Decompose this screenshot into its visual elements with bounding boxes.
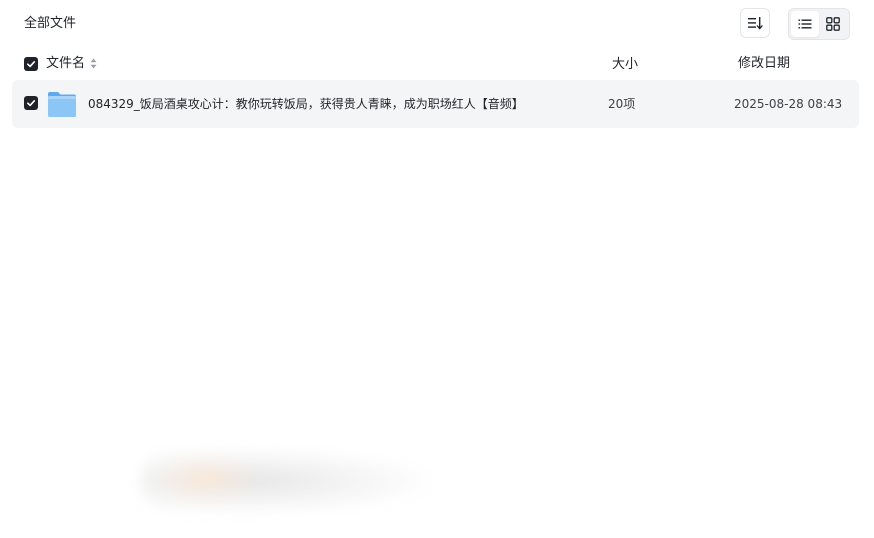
list-view-button[interactable] (791, 11, 819, 37)
view-toggle (788, 8, 850, 40)
breadcrumb-all-files[interactable]: 全部文件 (24, 15, 76, 33)
checkmark-icon (27, 61, 36, 68)
grid-view-icon (826, 17, 840, 31)
file-manager: 全部文件 文件名 大小 修改日期 084329_饭局酒桌攻心计：教你玩转饭局，获… (0, 0, 874, 538)
list-view-icon (798, 19, 812, 29)
sort-toggle-icon[interactable] (90, 58, 97, 69)
table-header: 文件名 大小 修改日期 (12, 48, 859, 80)
sort-button[interactable] (740, 8, 770, 38)
file-name[interactable]: 084329_饭局酒桌攻心计：教你玩转饭局，获得贵人青睐，成为职场红人【音频】 (88, 96, 524, 113)
checkmark-icon (27, 100, 36, 107)
blurred-overlay (140, 448, 430, 514)
column-header-size[interactable]: 大小 (612, 56, 638, 74)
row-checkbox[interactable] (24, 96, 38, 110)
grid-view-button[interactable] (819, 11, 847, 37)
file-size: 20项 (608, 97, 636, 111)
folder-icon (48, 92, 76, 117)
file-modified-date: 2025-08-28 08:43 (734, 97, 843, 111)
select-all-checkbox[interactable] (24, 57, 38, 71)
column-header-modified[interactable]: 修改日期 (738, 55, 790, 73)
table-row[interactable]: 084329_饭局酒桌攻心计：教你玩转饭局，获得贵人青睐，成为职场红人【音频】 … (12, 80, 859, 128)
sort-lines-icon (748, 17, 763, 30)
column-header-name[interactable]: 文件名 (46, 55, 85, 73)
